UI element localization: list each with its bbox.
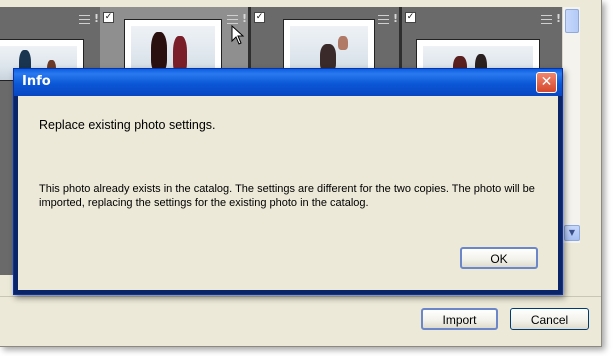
dialog-heading: Replace existing photo settings. [39,118,216,132]
dialog-body: Replace existing photo settings. This ph… [18,96,558,290]
cancel-button[interactable]: Cancel [510,308,589,330]
close-icon[interactable]: ✕ [536,72,557,93]
info-dialog: Info ✕ Replace existing photo settings. … [13,68,563,295]
ok-button[interactable]: OK [460,247,538,269]
checkbox-icon[interactable]: ✓ [254,12,265,23]
scroll-thumb[interactable] [565,9,579,33]
vertical-scrollbar[interactable]: ▼ [562,7,580,243]
dialog-message: This photo already exists in the catalog… [39,183,535,209]
cell-menu-icon[interactable] [541,15,552,24]
scroll-down-arrow-icon[interactable]: ▼ [564,225,580,241]
cell-menu-icon[interactable] [79,15,90,24]
checkbox-icon[interactable]: ✓ [405,12,416,23]
flag-icon: ! [393,12,399,25]
mouse-cursor-icon [231,25,245,45]
dialog-title: Info [22,74,51,89]
cell-menu-icon[interactable] [227,15,238,24]
flag-icon: ! [556,12,562,25]
checkbox-icon[interactable]: ✓ [103,12,114,23]
flag-icon: ! [94,12,100,25]
import-button[interactable]: Import [421,308,498,330]
cell-menu-icon[interactable] [378,15,389,24]
dialog-titlebar[interactable]: Info ✕ [14,69,562,96]
flag-icon: ! [242,12,248,25]
footer-divider [0,296,601,297]
